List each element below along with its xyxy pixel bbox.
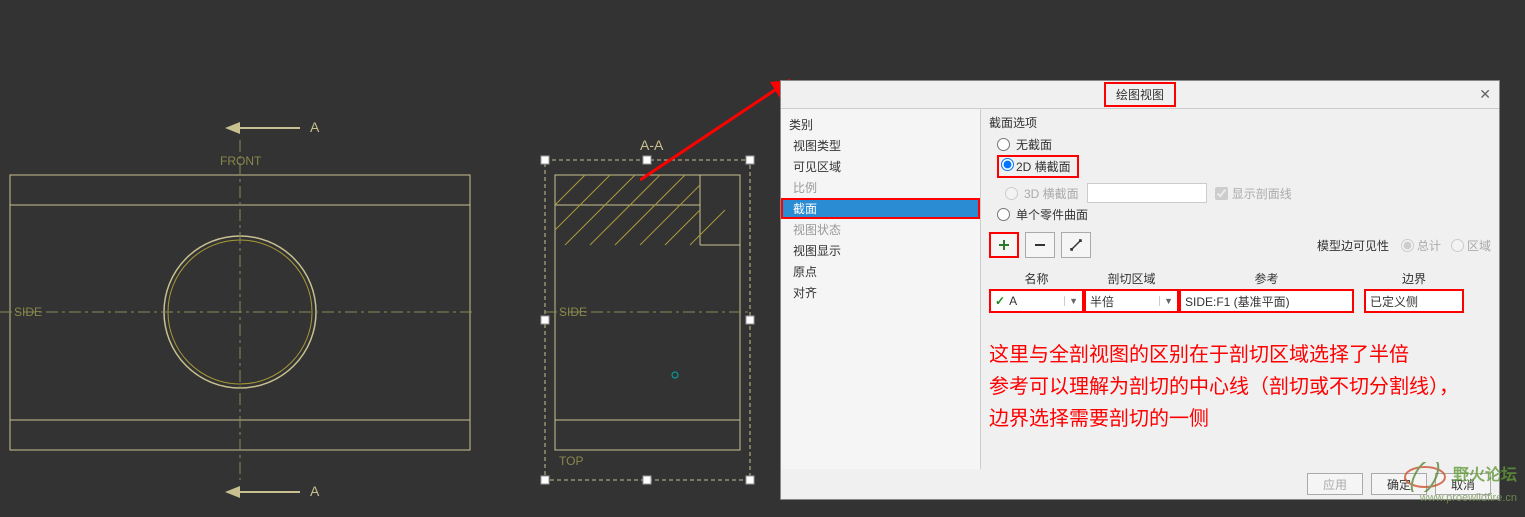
drawing-view-dialog: 绘图视图 ✕ 类别 视图类型 可见区域 比例 截面 视图状态 视图显示 原点 对… — [780, 80, 1500, 500]
remove-section-button[interactable] — [1025, 232, 1055, 258]
category-heading: 类别 — [781, 114, 980, 135]
radio-single-surface[interactable]: 单个零件曲面 — [997, 205, 1491, 224]
radio-2d-cross[interactable]: 2D 横截面 — [997, 154, 1491, 179]
datum-side-label: SIDE — [14, 305, 42, 319]
dialog-title: 绘图视图 — [1104, 82, 1176, 107]
category-scale[interactable]: 比例 — [781, 177, 980, 198]
section-arrow-top-label: A — [310, 119, 320, 135]
section-dropdown[interactable] — [1087, 183, 1207, 203]
section-table-row[interactable]: ✓A▼ 半倍▼ SIDE:F1 (基准平面) 已定义侧 — [989, 289, 1491, 313]
radio-3d-cross: 3D 横截面 — [1005, 184, 1079, 203]
close-icon[interactable]: ✕ — [1479, 86, 1491, 103]
watermark: 野火论坛 www.proewildfire.cn — [1400, 461, 1517, 504]
section-options-panel: 截面选项 无截面 2D 横截面 3D 横截面 显示剖面线 单个零件曲面 模型边可 — [981, 109, 1499, 469]
category-view-state[interactable]: 视图状态 — [781, 219, 980, 240]
datum-front-label: FRONT — [220, 154, 262, 168]
flip-section-button[interactable] — [1061, 232, 1091, 258]
cell-name[interactable]: ✓A▼ — [989, 289, 1084, 313]
th-name: 名称 — [989, 268, 1084, 289]
edge-vis-area: 区域 — [1451, 237, 1491, 254]
th-bound: 边界 — [1364, 268, 1464, 289]
category-align[interactable]: 对齐 — [781, 282, 980, 303]
category-origin[interactable]: 原点 — [781, 261, 980, 282]
category-section[interactable]: 截面 — [781, 198, 980, 219]
category-panel: 类别 视图类型 可见区域 比例 截面 视图状态 视图显示 原点 对齐 — [781, 109, 981, 469]
category-view-display[interactable]: 视图显示 — [781, 240, 980, 261]
th-area: 剖切区域 — [1084, 268, 1179, 289]
edge-vis-total: 总计 — [1401, 237, 1441, 254]
section-arrow-bot-label: A — [310, 483, 320, 499]
category-view-type[interactable]: 视图类型 — [781, 135, 980, 156]
apply-button[interactable]: 应用 — [1307, 473, 1363, 495]
cad-canvas[interactable]: A A FRONT SIDE A-A — [0, 0, 780, 514]
cell-bound[interactable]: 已定义侧 — [1364, 289, 1464, 313]
cell-area[interactable]: 半倍▼ — [1084, 289, 1179, 313]
annotation-text: 这里与全剖视图的区别在于剖切区域选择了半倍 参考可以理解为剖切的中心线（剖切或不… — [989, 339, 1489, 435]
section-options-label: 截面选项 — [989, 114, 1491, 131]
edge-visibility-label: 模型边可见性 — [1317, 237, 1389, 254]
radio-no-section[interactable]: 无截面 — [997, 135, 1491, 154]
dialog-titlebar[interactable]: 绘图视图 ✕ — [781, 81, 1499, 109]
th-ref: 参考 — [1179, 268, 1354, 289]
add-section-button[interactable] — [989, 232, 1019, 258]
category-visible-area[interactable]: 可见区域 — [781, 156, 980, 177]
section-view-title: A-A — [640, 137, 664, 153]
show-section-line-checkbox: 显示剖面线 — [1215, 185, 1292, 202]
datum-top-label: TOP — [559, 454, 583, 468]
cell-ref[interactable]: SIDE:F1 (基准平面) — [1179, 289, 1354, 313]
